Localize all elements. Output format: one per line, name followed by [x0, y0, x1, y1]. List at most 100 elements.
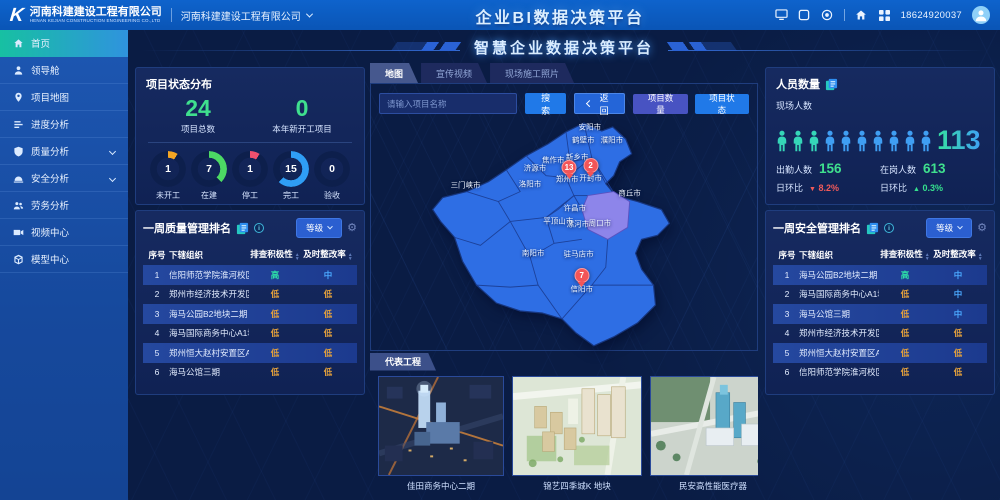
person-icon	[904, 130, 916, 152]
person-icon	[840, 130, 852, 152]
logo-icon: K	[9, 6, 25, 25]
workers-icon	[13, 200, 24, 211]
sidebar-item-劳务分析[interactable]: 劳务分析	[0, 192, 128, 219]
map-marker[interactable]: 2	[583, 158, 598, 173]
grid-icon[interactable]	[878, 9, 891, 22]
representative-projects: 代表工程	[370, 352, 758, 500]
project-image-3[interactable]	[650, 376, 758, 476]
night-aerial-image	[379, 377, 503, 475]
project-count-button[interactable]: 项目数量	[633, 94, 687, 114]
status-ring: 1 未开工	[148, 151, 188, 201]
sidebar-item-首页[interactable]: 首页	[0, 30, 128, 57]
sidebar-item-领导舱[interactable]: 领导舱	[0, 57, 128, 84]
chevron-left-icon	[586, 100, 593, 107]
sidebar-item-项目地图[interactable]: 项目地图	[0, 84, 128, 111]
attendance-stat: 出勤人数 156	[776, 161, 880, 176]
back-button[interactable]: 返回	[574, 93, 625, 114]
table-row[interactable]: 3 海马公馆三期 低 中	[773, 304, 987, 324]
person-icon	[808, 130, 820, 152]
project-image-1[interactable]	[378, 376, 504, 476]
main-content: 智慧企业数据决策平台 项目状态分布 24 项目总数 0 本年新开工项目 1 未开…	[128, 30, 1000, 500]
avatar[interactable]	[972, 6, 990, 24]
person-icon	[792, 130, 804, 152]
day-aerial-image	[651, 377, 758, 475]
project-caption: 佳田商务中心二期	[378, 480, 504, 492]
chevron-down-icon	[957, 224, 963, 230]
person-icon	[888, 130, 900, 152]
attendance-dod: 日环比 ▼ 8.2%	[776, 181, 880, 194]
level-filter-dropdown[interactable]: 等级	[926, 218, 972, 238]
user-phone[interactable]: 18624920037	[901, 10, 962, 21]
table-row[interactable]: 4 郑州市经济技术开发区青... 低 低	[773, 324, 987, 344]
sidebar-item-视频中心[interactable]: 视频中心	[0, 219, 128, 246]
map-marker[interactable]: 13	[562, 160, 577, 175]
table-row[interactable]: 2 郑州市经济技术开发区青... 低 低	[143, 285, 357, 305]
divider	[844, 9, 845, 21]
map-marker[interactable]: 7	[574, 268, 589, 283]
sidebar-item-质量分析[interactable]: 质量分析	[0, 138, 128, 165]
onsite-count: 113	[937, 128, 981, 152]
panel-title: 一周安全管理排名	[773, 220, 861, 236]
projects-tab[interactable]: 代表工程	[370, 353, 436, 371]
henan-map[interactable]: 安阳市鹤壁市濮阳市新乡市焦作市济源市三门峡市洛阳市郑州市开封市商丘市许昌市平顶山…	[371, 118, 757, 350]
tab-site-photos[interactable]: 现场施工照片	[490, 63, 574, 83]
maximize-icon[interactable]	[798, 9, 811, 22]
target-icon[interactable]	[821, 9, 834, 22]
sort-icon: ▲▼	[348, 253, 353, 261]
level-filter-dropdown[interactable]: 等级	[296, 218, 342, 238]
home-icon[interactable]	[855, 9, 868, 22]
table-header: 序号 下辖组织 排查积极性▲▼ 及时整改率▲▼	[773, 244, 987, 265]
tab-map[interactable]: 地图	[370, 63, 418, 83]
sidebar-menu: 首页 领导舱 项目地图 进度分析 质量分析 安全分析 劳务分析 视频中心 模型中…	[0, 30, 128, 273]
map-pin-icon	[13, 92, 24, 103]
gear-icon[interactable]: ⚙	[977, 223, 987, 234]
table-row[interactable]: 6 海马公馆三期 低 低	[143, 363, 357, 383]
divider	[148, 142, 352, 143]
project-image-2[interactable]	[512, 376, 642, 476]
table-row[interactable]: 1 海马公园B2地块二期 高 中	[773, 265, 987, 285]
sidebar-item-安全分析[interactable]: 安全分析	[0, 165, 128, 192]
table-row[interactable]: 6 信阳师范学院淮河校区二... 低 低	[773, 363, 987, 383]
table-row[interactable]: 5 郑州恒大赵村安置区A-0... 低 低	[773, 343, 987, 363]
shield-icon	[13, 146, 24, 157]
status-ring: 7 在建	[189, 151, 229, 201]
monitor-icon[interactable]	[775, 9, 788, 22]
safety-rank-rows: 1 海马公园B2地块二期 高 中2 海马国际商务中心A1地... 低 中3 海马…	[773, 265, 987, 382]
panel-title: 人员数量	[776, 76, 820, 92]
province-map-shape	[371, 118, 757, 351]
app-header: K 河南科建建设工程有限公司 HENAN KEJIAN CONSTRUCTION…	[0, 0, 1000, 30]
onsite-label: 现场人数	[776, 99, 984, 112]
table-row[interactable]: 4 海马国际商务中心A1地... 低 低	[143, 324, 357, 344]
search-button[interactable]: 搜索	[525, 93, 566, 114]
triangle-up-icon: ▲	[913, 186, 920, 193]
company-logo: K 河南科建建设工程有限公司 HENAN KEJIAN CONSTRUCTION…	[10, 6, 162, 25]
tab-promo-video[interactable]: 宣传视频	[421, 63, 487, 83]
person-icon	[824, 130, 836, 152]
company-selector[interactable]: 河南科建建设工程有限公司	[181, 8, 312, 23]
project-status-button[interactable]: 项目状态	[695, 94, 749, 114]
sort-icon: ▲▼	[978, 253, 983, 261]
table-row[interactable]: 3 海马公园B2地块二期 低 低	[143, 304, 357, 324]
day-aerial-image	[513, 377, 641, 475]
sidebar-item-进度分析[interactable]: 进度分析	[0, 111, 128, 138]
table-row[interactable]: 2 海马国际商务中心A1地... 低 中	[773, 285, 987, 305]
triangle-down-icon: ▼	[809, 186, 816, 193]
person-icon	[856, 130, 868, 152]
sidebar-item-模型中心[interactable]: 模型中心	[0, 246, 128, 273]
table-row[interactable]: 5 郑州恒大赵村安置区A-0... 低 低	[143, 343, 357, 363]
gear-icon[interactable]: ⚙	[347, 223, 357, 234]
status-ring: 15 完工	[271, 151, 311, 201]
report-icon	[236, 222, 249, 235]
info-icon[interactable]: i	[254, 223, 264, 233]
chevron-down-icon	[109, 174, 116, 181]
center-column: 地图 宣传视频 现场施工照片 搜索 返回 项目数量 项目状态	[370, 63, 758, 500]
page-title: 企业BI数据决策平台	[475, 4, 644, 28]
model-icon	[13, 254, 24, 265]
safety-rank-table: 序号 下辖组织 排查积极性▲▼ 及时整改率▲▼ 1 海马公园B2地块二期 高 中…	[773, 244, 987, 382]
personnel-panel: 人员数量 现场人数 113 出勤人数 156 在岗人数 613	[765, 67, 995, 205]
table-row[interactable]: 1 信阳师范学院淮河校区二... 高 中	[143, 265, 357, 285]
search-input[interactable]	[379, 93, 517, 114]
info-icon[interactable]: i	[884, 223, 894, 233]
quality-rank-table: 序号 下辖组织 排查积极性▲▼ 及时整改率▲▼ 1 信阳师范学院淮河校区二...…	[143, 244, 357, 382]
project-caption: 锦艺四季城K 地块	[512, 480, 642, 492]
